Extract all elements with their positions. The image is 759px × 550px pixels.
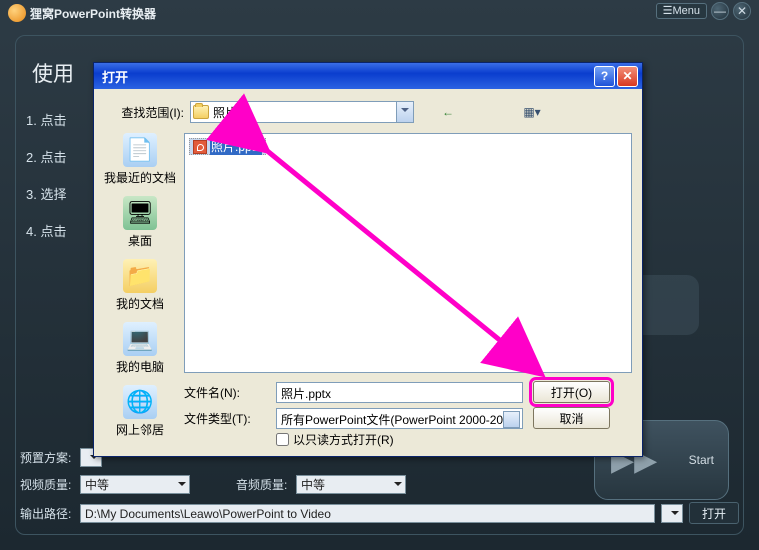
app-window: 狸窝PowerPoint转换器 ☰Menu — ✕ 使用 1. 点击 2. 点击… xyxy=(0,0,759,550)
dialog-title: 打开 xyxy=(102,67,592,86)
audio-quality-select[interactable]: 中等 xyxy=(296,475,406,494)
output-path-label: 输出路径: xyxy=(20,505,74,522)
views-icon[interactable]: ▦▾ xyxy=(522,102,542,122)
dialog-titlebar: 打开 ? ✕ xyxy=(94,63,642,89)
window-controls: ☰Menu — ✕ xyxy=(656,2,751,20)
open-dialog: 打开 ? ✕ 查找范围(I): 照片 ← ▦▾ 📄我最近的 xyxy=(93,62,643,457)
filename-label: 文件名(N): xyxy=(184,384,266,401)
app-title-text: 狸窝PowerPoint转换器 xyxy=(30,5,156,22)
up-icon[interactable] xyxy=(466,102,486,122)
file-name: 照片.pptx xyxy=(210,138,262,155)
usage-header: 使用 xyxy=(32,58,74,88)
close-button[interactable]: ✕ xyxy=(733,2,751,20)
lookin-label: 查找范围(I): xyxy=(106,104,184,121)
video-quality-label: 视频质量: xyxy=(20,476,74,493)
dialog-open-button[interactable]: 打开(O) xyxy=(533,381,610,403)
steps-list: 1. 点击 2. 点击 3. 选择 4. 点击 xyxy=(26,92,66,258)
output-path-input[interactable]: D:\My Documents\Leawo\PowerPoint to Vide… xyxy=(80,504,655,523)
place-mypc[interactable]: 💻我的电脑 xyxy=(103,322,177,375)
file-list[interactable]: 照片.pptx xyxy=(184,133,632,373)
place-network[interactable]: 🌐网上邻居 xyxy=(103,385,177,438)
pptx-icon xyxy=(193,140,207,154)
preset-label: 预置方案: xyxy=(20,449,74,466)
step-item: 3. 选择 xyxy=(26,184,66,203)
nav-icons: ← ▦▾ xyxy=(438,102,542,122)
browse-button[interactable] xyxy=(661,504,683,523)
video-quality-select[interactable]: 中等 xyxy=(80,475,190,494)
file-item-selected[interactable]: 照片.pptx xyxy=(189,138,266,155)
app-title: 狸窝PowerPoint转换器 xyxy=(8,4,156,22)
new-folder-icon[interactable] xyxy=(494,102,514,122)
dialog-cancel-button[interactable]: 取消 xyxy=(533,407,610,429)
chevron-down-icon[interactable] xyxy=(396,102,413,122)
filetype-label: 文件类型(T): xyxy=(184,410,266,427)
minimize-button[interactable]: — xyxy=(711,2,729,20)
dialog-body: 查找范围(I): 照片 ← ▦▾ 📄我最近的文档 🖥桌面 📁我的文档 💻我的电 xyxy=(94,89,642,456)
app-logo-icon xyxy=(8,4,26,22)
dialog-form: 文件名(N): 照片.pptx 打开(O) 文件类型(T): 所有PowerPo… xyxy=(184,379,632,448)
lookin-combo[interactable]: 照片 xyxy=(190,101,414,123)
filetype-select[interactable]: 所有PowerPoint文件(PowerPoint 2000-20 xyxy=(276,408,523,429)
back-icon[interactable]: ← xyxy=(438,102,458,122)
readonly-label: 以只读方式打开(R) xyxy=(293,431,394,448)
menu-button[interactable]: ☰Menu xyxy=(656,3,707,19)
audio-quality-label: 音频质量: xyxy=(236,476,290,493)
filename-input[interactable]: 照片.pptx xyxy=(276,382,523,403)
lookin-value: 照片 xyxy=(213,104,237,121)
readonly-checkbox[interactable] xyxy=(276,433,289,446)
step-item: 1. 点击 xyxy=(26,110,66,129)
place-recent[interactable]: 📄我最近的文档 xyxy=(103,133,177,186)
place-mydocs[interactable]: 📁我的文档 xyxy=(103,259,177,312)
place-desktop[interactable]: 🖥桌面 xyxy=(103,196,177,249)
step-item: 2. 点击 xyxy=(26,147,66,166)
step-item: 4. 点击 xyxy=(26,221,66,240)
close-dialog-button[interactable]: ✕ xyxy=(617,66,638,87)
folder-icon xyxy=(193,105,209,119)
places-bar: 📄我最近的文档 🖥桌面 📁我的文档 💻我的电脑 🌐网上邻居 xyxy=(102,133,178,438)
open-output-button[interactable]: 打开 xyxy=(689,502,739,524)
help-button[interactable]: ? xyxy=(594,66,615,87)
